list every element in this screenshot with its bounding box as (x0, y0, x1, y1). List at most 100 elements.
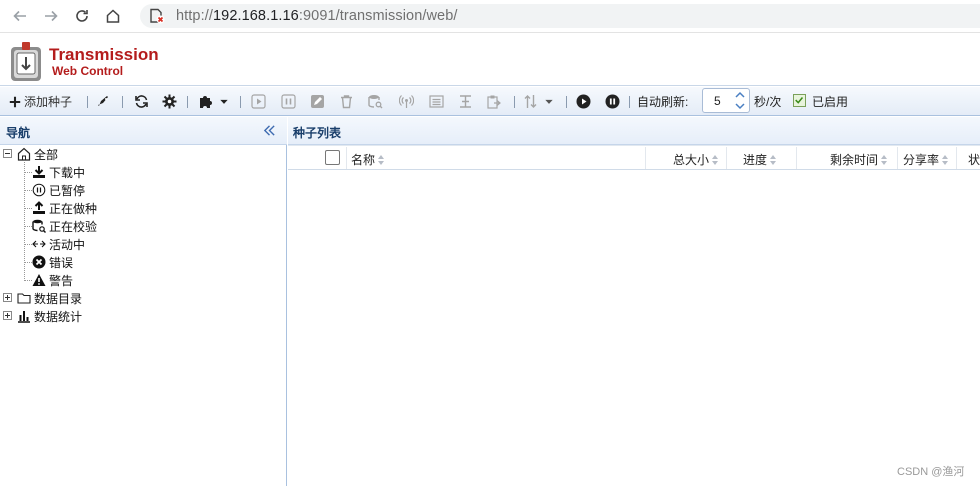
home-icon (17, 147, 31, 161)
nav-item-downloading[interactable]: 下载中 (32, 163, 85, 181)
auto-refresh-checkbox[interactable] (793, 94, 806, 107)
tree-connector (24, 280, 32, 281)
column-size[interactable]: 总大小 (673, 151, 719, 168)
caret-down-icon (545, 99, 553, 104)
rocket-icon (98, 96, 108, 106)
add-url-button[interactable] (96, 93, 111, 110)
refresh-button[interactable] (134, 93, 149, 110)
nav-item-label: 全部 (34, 147, 59, 162)
refresh-interval-value[interactable]: 5 (714, 94, 721, 108)
sort-icon (378, 154, 385, 165)
sync-icon (135, 95, 148, 108)
copy-magnet-button[interactable] (486, 93, 501, 110)
not-secure-icon (150, 8, 165, 24)
column-label: 总大小 (673, 153, 710, 167)
change-location-button[interactable] (429, 93, 444, 110)
nav-item-label: 已暂停 (49, 183, 86, 198)
column-label: 分享率 (903, 153, 940, 167)
url-path: :9091/transmission/web/ (298, 8, 458, 24)
trash-icon (341, 95, 352, 109)
column-divider (956, 147, 957, 169)
pause-circle-icon (605, 94, 620, 109)
tree-collapse-toggle[interactable] (3, 149, 12, 158)
column-eta[interactable]: 剩余时间 (830, 151, 888, 168)
broadcast-icon (399, 95, 414, 108)
edit-square-icon (311, 95, 324, 108)
toolbar-divider (629, 96, 630, 108)
home-button[interactable] (102, 5, 124, 27)
folder-list-icon (429, 95, 444, 108)
pause-selected-button[interactable] (281, 93, 296, 110)
column-label: 进度 (743, 153, 768, 167)
nav-item-verifying[interactable]: 正在校验 (32, 217, 97, 235)
active-icon (32, 240, 46, 248)
plugins-dropdown[interactable] (198, 93, 229, 110)
start-selected-button[interactable] (251, 93, 266, 110)
tree-connector (24, 244, 32, 245)
toolbar-divider (514, 96, 515, 108)
remove-button[interactable] (339, 93, 354, 110)
select-all-checkbox[interactable] (325, 150, 340, 165)
toolbar-divider (122, 96, 123, 108)
pause-square-icon (281, 94, 296, 109)
refresh-interval-stepper[interactable]: 5 (702, 88, 750, 113)
settings-button[interactable] (162, 93, 177, 110)
queue-dropdown[interactable] (523, 93, 554, 110)
puzzle-icon (200, 96, 212, 108)
caret-down-icon (220, 99, 228, 104)
edit-button[interactable] (310, 93, 325, 110)
back-button[interactable] (9, 5, 31, 27)
plus-icon (9, 96, 21, 107)
nav-item-all[interactable]: 全部 (17, 145, 58, 163)
forward-button[interactable] (40, 5, 62, 27)
verify-button[interactable] (368, 93, 383, 110)
column-ratio[interactable]: 分享率 (903, 151, 949, 168)
upload-icon (33, 201, 45, 214)
column-divider (897, 147, 898, 169)
address-bar[interactable]: http://192.168.1.16:9091/transmission/we… (140, 4, 980, 28)
stats-icon (18, 311, 30, 323)
rename-button[interactable] (458, 93, 473, 110)
column-label: 名称 (351, 153, 376, 167)
nav-item-label: 警告 (49, 273, 74, 288)
tree-expand-toggle[interactable] (3, 311, 12, 320)
nav-item-label: 活动中 (49, 237, 86, 252)
torrent-list-title: 种子列表 (293, 126, 342, 140)
start-all-button[interactable] (576, 93, 591, 110)
url-scheme: http:// (176, 8, 213, 24)
up-down-arrows-icon (524, 95, 537, 108)
reload-button[interactable] (71, 5, 93, 27)
chevron-up-icon[interactable] (734, 90, 746, 100)
pause-all-button[interactable] (605, 93, 620, 110)
double-chevron-left-icon (263, 125, 275, 136)
nav-item-label: 下载中 (49, 165, 86, 180)
reannounce-button[interactable] (399, 93, 414, 110)
database-search-icon (368, 95, 383, 109)
nav-item-paused[interactable]: 已暂停 (32, 181, 85, 199)
nav-item-label: 正在校验 (49, 219, 98, 234)
nav-item-warning[interactable]: 警告 (32, 271, 73, 289)
auto-refresh-label: 自动刷新: (637, 95, 689, 109)
nav-group-statistics[interactable]: 数据统计 (17, 307, 82, 325)
nav-item-seeding[interactable]: 正在做种 (32, 199, 97, 217)
arrow-right-icon (45, 10, 58, 22)
download-icon (33, 166, 45, 178)
verify-icon (32, 219, 46, 233)
chevron-down-icon[interactable] (734, 101, 746, 111)
column-progress[interactable]: 进度 (743, 151, 777, 168)
tree-connector (24, 162, 25, 281)
toolbar-divider (87, 96, 88, 108)
nav-group-data-dirs[interactable]: 数据目录 (17, 289, 82, 307)
column-status[interactable]: 状 (968, 151, 980, 168)
app-title: Transmission (49, 45, 159, 64)
tree-expand-toggle[interactable] (3, 293, 12, 302)
sort-icon (712, 154, 719, 165)
nav-item-error[interactable]: 错误 (32, 253, 73, 271)
tree-connector (24, 208, 32, 209)
column-name[interactable]: 名称 (351, 151, 385, 168)
nav-item-active[interactable]: 活动中 (32, 235, 85, 253)
play-square-icon (251, 94, 266, 109)
add-torrent-button[interactable]: 添加种子 (9, 93, 72, 110)
collapse-panel-button[interactable] (263, 124, 276, 140)
refresh-unit-label: 秒/次 (754, 95, 782, 109)
